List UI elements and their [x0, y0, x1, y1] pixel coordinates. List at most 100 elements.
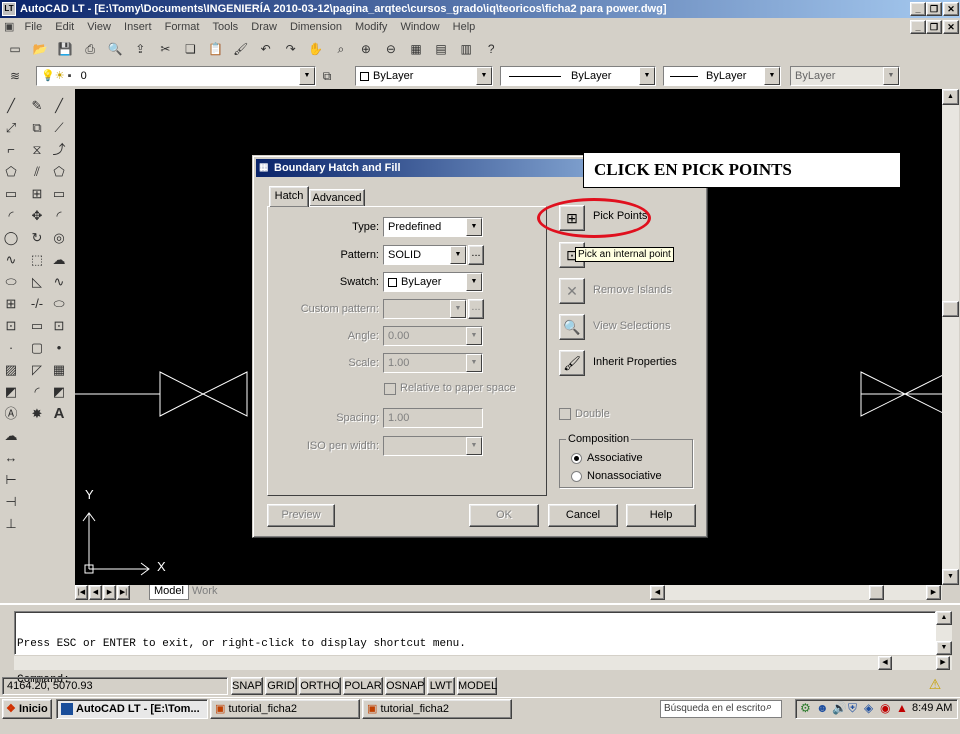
last-tab-icon[interactable]: ▶|: [117, 585, 130, 600]
inherit-properties-button[interactable]: 🖌: [559, 350, 585, 376]
task-tutorial-1[interactable]: ▣ tutorial_ficha2: [210, 699, 360, 719]
array-icon[interactable]: ⊞: [26, 183, 48, 205]
inherit-properties-label[interactable]: Inherit Properties: [593, 356, 677, 368]
minimize-button[interactable]: _: [910, 2, 926, 16]
nonassociative-label[interactable]: Nonassociative: [587, 470, 662, 482]
circle-draw-icon[interactable]: ◎: [48, 227, 70, 249]
task-tutorial-2[interactable]: ▣ tutorial_ficha2: [362, 699, 512, 719]
new-icon[interactable]: ▭: [5, 39, 25, 59]
doc-close-button[interactable]: ✕: [943, 20, 959, 34]
pattern-browse-button[interactable]: ...: [468, 245, 484, 265]
construction-line-icon[interactable]: ⤢: [0, 117, 22, 139]
zoom-previous-icon[interactable]: ⊖: [381, 39, 401, 59]
copy-icon[interactable]: ❏: [180, 39, 200, 59]
menu-view[interactable]: View: [82, 21, 116, 33]
comm-center-icon[interactable]: ⚠: [926, 676, 944, 694]
rectangle-icon[interactable]: ▭: [0, 183, 22, 205]
undo-icon[interactable]: ↶: [256, 39, 276, 59]
line-icon[interactable]: ╱: [0, 95, 22, 117]
chevron-down-icon[interactable]: ▼: [466, 273, 482, 291]
zoom-window-icon[interactable]: ⊕: [356, 39, 376, 59]
circle-icon[interactable]: ◯: [0, 227, 22, 249]
menu-help[interactable]: Help: [448, 21, 481, 33]
snap-toggle[interactable]: SNAP: [231, 677, 263, 695]
dim-linear-icon[interactable]: ⊢: [0, 469, 22, 491]
polyline-icon[interactable]: ⌐: [0, 139, 22, 161]
rotate-icon[interactable]: ↻: [26, 227, 48, 249]
region-draw-icon[interactable]: ◩: [48, 381, 70, 403]
volume-icon[interactable]: 🔊: [832, 701, 847, 715]
osnap-toggle[interactable]: OSNAP: [385, 677, 425, 695]
scroll-left-icon[interactable]: ◀: [878, 656, 892, 670]
messenger-icon[interactable]: ☻: [816, 701, 829, 715]
update-icon[interactable]: ◈: [864, 701, 873, 715]
pline-icon[interactable]: ⤴: [48, 139, 70, 161]
scroll-thumb[interactable]: [942, 301, 959, 317]
menu-modify[interactable]: Modify: [350, 21, 392, 33]
linetype-combo[interactable]: ByLayer ▼: [500, 66, 656, 86]
tab-work[interactable]: Work: [188, 585, 221, 600]
command-scrollbar[interactable]: ▲ ▼: [936, 611, 952, 655]
paste-icon[interactable]: 📋: [206, 39, 226, 59]
open-icon[interactable]: 📂: [30, 39, 50, 59]
doc-icon[interactable]: ▣: [0, 21, 16, 33]
print-icon[interactable]: ⎙: [80, 39, 100, 59]
scroll-up-icon[interactable]: ▲: [942, 89, 959, 105]
tab-advanced[interactable]: Advanced: [309, 189, 365, 207]
trim-icon[interactable]: -/-: [26, 293, 48, 315]
tab-hatch[interactable]: Hatch: [269, 186, 309, 207]
menu-insert[interactable]: Insert: [119, 21, 157, 33]
explode-icon[interactable]: ✸: [26, 403, 48, 425]
cut-icon[interactable]: ✂: [155, 39, 175, 59]
task-autocad[interactable]: AutoCAD LT - [E:\Tom...: [56, 699, 208, 719]
copy-object-icon[interactable]: ⧉: [26, 117, 48, 139]
menu-file[interactable]: File: [19, 21, 47, 33]
scroll-right-icon[interactable]: ▶: [926, 585, 941, 600]
search-icon[interactable]: ⌕: [766, 701, 780, 715]
arc-icon[interactable]: ◜: [0, 205, 22, 227]
cancel-button[interactable]: Cancel: [548, 504, 618, 527]
dimension-icon[interactable]: ↔: [0, 447, 22, 469]
doc-minimize-button[interactable]: _: [910, 20, 926, 34]
prev-tab-icon[interactable]: ◀: [89, 585, 102, 600]
alert-icon[interactable]: ▲: [896, 701, 908, 715]
spline-draw-icon[interactable]: ∿: [48, 271, 70, 293]
scroll-down-icon[interactable]: ▼: [942, 569, 959, 585]
point-draw-icon[interactable]: •: [48, 337, 70, 359]
rect-draw-icon[interactable]: ▭: [48, 183, 70, 205]
chevron-down-icon[interactable]: ▼: [299, 67, 315, 85]
lwt-toggle[interactable]: LWT: [427, 677, 455, 695]
color-combo[interactable]: ByLayer ▼: [355, 66, 493, 86]
lineweight-combo[interactable]: ByLayer ▼: [663, 66, 781, 86]
chevron-down-icon[interactable]: ▼: [639, 67, 655, 85]
next-tab-icon[interactable]: ▶: [103, 585, 116, 600]
hscroll-thumb[interactable]: [869, 585, 884, 600]
point-icon[interactable]: ·: [0, 337, 22, 359]
swatch-select[interactable]: ByLayer ▼: [383, 272, 483, 292]
restore-button[interactable]: ❐: [926, 2, 942, 16]
chevron-down-icon[interactable]: ▼: [466, 218, 482, 236]
polygon-draw-icon[interactable]: ⬠: [48, 161, 70, 183]
shield-icon[interactable]: ⛨: [848, 701, 857, 716]
hatch-draw-icon[interactable]: ▦: [48, 359, 70, 381]
chevron-down-icon[interactable]: ▼: [450, 246, 466, 264]
antivirus-icon[interactable]: ◉: [880, 701, 890, 715]
type-select[interactable]: Predefined ▼: [383, 217, 483, 237]
menu-edit[interactable]: Edit: [50, 21, 79, 33]
insert-icon[interactable]: ⊡: [48, 315, 70, 337]
command-history[interactable]: Press ESC or ENTER to exit, or right-cli…: [14, 611, 936, 722]
insert-block-icon[interactable]: ⊞: [0, 293, 22, 315]
properties-icon[interactable]: ▦: [406, 39, 426, 59]
grid-toggle[interactable]: GRID: [265, 677, 297, 695]
move-icon[interactable]: ✥: [26, 205, 48, 227]
doc-restore-button[interactable]: ❐: [926, 20, 942, 34]
command-hscrollbar[interactable]: ◀ ▶: [14, 656, 952, 670]
network-icon[interactable]: ⚙: [800, 701, 811, 715]
layer-combo[interactable]: 💡☀ ▪ 0 ▼: [36, 66, 316, 86]
help-icon[interactable]: ?: [481, 39, 501, 59]
zoom-realtime-icon[interactable]: ⌕: [331, 39, 351, 59]
pan-icon[interactable]: ✋: [306, 39, 326, 59]
line-draw-icon[interactable]: ╱: [48, 95, 70, 117]
fillet-icon[interactable]: ◜: [26, 381, 48, 403]
match-properties-icon[interactable]: 🖌: [231, 39, 251, 59]
